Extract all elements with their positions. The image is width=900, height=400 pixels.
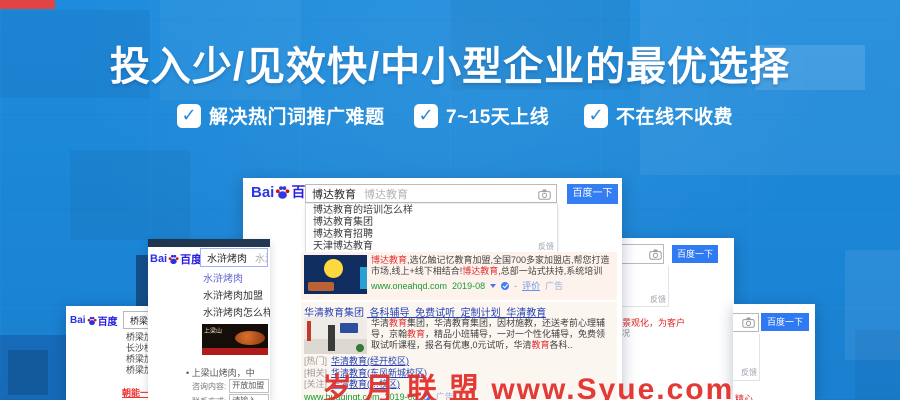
thumbnail-graphic — [360, 267, 367, 289]
form-label: 咨询内容: — [192, 381, 227, 391]
result-thumbnail[interactable] — [304, 317, 367, 354]
watermark: 岁 月 联 盟 www.Syue.com — [322, 373, 735, 400]
screenshot-bbq-search: Bai 百度 水浒烤肉 水浒烤肉 水浒烤肉 水浒烤肉加盟 水浒烤肉怎么样 水浒烤… — [148, 239, 270, 400]
baidu-logo-text: 百度 — [180, 254, 203, 266]
thumbnail-label: 上梁山 — [204, 329, 223, 335]
ad-result: 博达教育,选亿触记忆教育加盟,全国700多家加盟店,帮您打造市场,线上+线下相结… — [301, 252, 617, 300]
result-thumbnail[interactable]: 上梁山 — [202, 324, 268, 355]
suggestions-panel: 反馈 — [733, 334, 760, 381]
ad-label: 广告 — [545, 281, 564, 291]
feature-item: ✓ 解决热门词推广难题 — [177, 102, 385, 129]
feature-item: ✓ 不在线不收费 — [584, 102, 733, 129]
form-label: 联系方式: — [192, 396, 226, 400]
ad-url-line: www.oneahqd.com 2019-08 - 评价 广告 — [371, 279, 613, 292]
result-snippet: 精心 — [735, 394, 754, 400]
thumbnail-graphic — [340, 323, 358, 333]
background-tile — [136, 255, 148, 307]
suggestion-item[interactable]: 天津博达教育 — [306, 240, 557, 252]
background-tile — [70, 150, 190, 240]
baidu-logo-text: Bai — [251, 183, 275, 201]
result-snippet: 景观化，为客户 — [622, 318, 686, 328]
search-query-ghost: 博达教育 — [364, 188, 408, 201]
search-query: 博达教育 — [312, 188, 356, 201]
result-snippet: 上梁山烤肉，中 — [186, 366, 255, 379]
feature-label: 不在线不收费 — [616, 107, 734, 128]
rating-link[interactable]: 评价 — [522, 279, 540, 292]
baidu-logo: Bai 百度 — [70, 313, 118, 328]
form-row: 联系方式: 请输入 — [192, 394, 270, 400]
form-input[interactable]: 请输入 — [229, 394, 270, 400]
screenshot-right-front: 百度一下 反馈 精心 — [733, 304, 815, 400]
search-input[interactable]: 水浒烤肉 水浒烤肉 — [200, 248, 268, 267]
suggestion-item[interactable]: 水浒烤肉加盟 — [203, 288, 270, 305]
thumbnail-graphic — [324, 259, 343, 278]
search-input[interactable]: 博达教育 博达教育 — [305, 184, 557, 203]
suggestions-panel: 博达教育的培训怎么样 博达教育集团 博达教育招聘 天津博达教育 反馈 — [305, 203, 558, 253]
check-icon: ✓ — [177, 103, 201, 128]
check-icon: ✓ — [584, 103, 608, 128]
thumbnail-graphic — [328, 325, 335, 351]
baidu-logo-text: Bai — [70, 315, 86, 326]
suggestion-item[interactable]: 博达教育招聘 — [306, 228, 557, 240]
baidu-paw-icon — [87, 316, 97, 325]
form-input[interactable]: 开放加盟 — [229, 379, 270, 393]
feedback-link[interactable]: 反馈 — [741, 367, 757, 378]
camera-icon[interactable] — [538, 189, 551, 200]
ad-date: 2019-08 — [452, 280, 486, 291]
feature-item: ✓ 7~15天上线 — [414, 102, 549, 129]
suggestion-item[interactable]: 博达教育集团 — [306, 216, 557, 228]
baidu-search-button[interactable]: 百度一下 — [567, 184, 618, 204]
background-tile — [8, 350, 48, 395]
ad-thumbnail[interactable] — [304, 255, 367, 294]
headline: 投入少/见效快/中小型企业的最优选择 — [109, 45, 791, 89]
thumbnail-graphic — [308, 282, 334, 291]
result-snippet: 况 — [622, 329, 630, 338]
feedback-link[interactable]: 反馈 — [650, 294, 666, 305]
background-tile — [855, 330, 900, 400]
browser-bar — [148, 239, 270, 247]
thumbnail-graphic — [235, 331, 265, 345]
baidu-search-button[interactable]: 百度一下 — [761, 313, 809, 331]
feedback-link[interactable]: 反馈 — [538, 241, 554, 252]
baidu-search-button[interactable]: 百度一下 — [672, 245, 718, 263]
search-query: 水浒烤肉 — [207, 254, 247, 265]
ad-url: www.oneahqd.com — [371, 280, 448, 291]
camera-icon[interactable] — [649, 249, 662, 260]
suggestion-item[interactable]: 水浒烤肉怎么样 — [203, 305, 270, 322]
separator: - — [514, 280, 518, 291]
baidu-paw-icon — [168, 254, 179, 264]
baidu-paw-icon — [276, 185, 290, 199]
suggestion-item[interactable]: 水浒烤肉 — [203, 271, 270, 288]
chevron-down-icon[interactable] — [490, 283, 497, 288]
form-row: 咨询内容: 开放加盟 — [192, 379, 270, 393]
shield-icon — [501, 281, 510, 290]
check-icon: ✓ — [414, 103, 438, 128]
suggestion-item[interactable]: 博达教育的培训怎么样 — [306, 204, 557, 216]
suggestions-panel: 反馈 — [622, 266, 669, 307]
baidu-logo-text: Bai — [150, 253, 168, 265]
camera-icon[interactable] — [742, 317, 755, 328]
feature-label: 解决热门词推广难题 — [209, 107, 385, 128]
thumbnail-graphic — [356, 344, 364, 352]
thumbnail-graphic — [307, 321, 311, 341]
ad-text: 博达教育,选亿触记忆教育加盟,全国700多家加盟店,帮您打造市场,线上+线下相结… — [371, 255, 610, 276]
search-query-ghost: 水浒烤肉 — [255, 254, 267, 265]
background-tile — [0, 0, 55, 9]
baidu-logo-text: 百度 — [97, 317, 118, 328]
baidu-logo: Bai 百度 — [150, 251, 202, 267]
thumbnail-graphic — [202, 348, 268, 355]
promo-banner: 投入少/见效快/中小型企业的最优选择 ✓ 解决热门词推广难题 ✓ 7~15天上线… — [0, 0, 900, 400]
feature-label: 7~15天上线 — [446, 107, 550, 128]
result-description: 华清教育集团，华清教育集团，因材施教，还送考前心理辅导，京翰教育，精品小班辅导，… — [371, 318, 606, 350]
